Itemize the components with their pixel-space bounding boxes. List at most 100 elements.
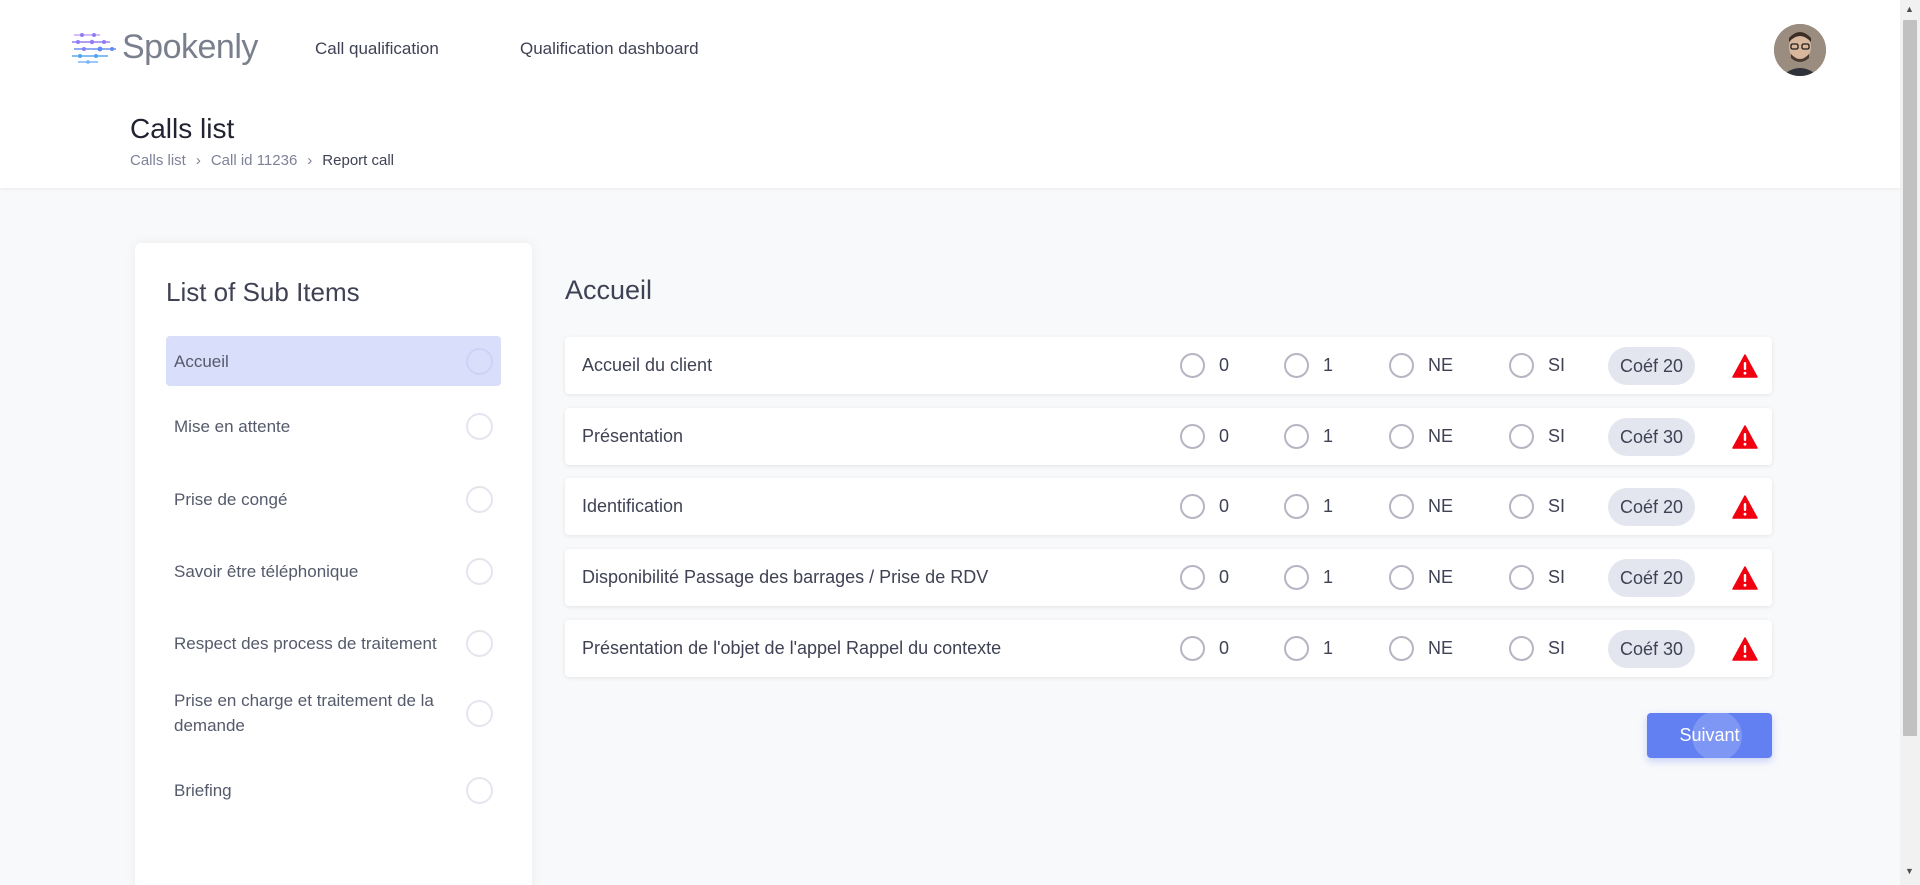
warning-triangle-icon[interactable]	[1732, 566, 1758, 590]
option-label: 1	[1323, 496, 1334, 516]
option-0[interactable]: 0	[1180, 636, 1229, 661]
option-label: SI	[1548, 567, 1566, 587]
nav-qualification-dashboard[interactable]: Qualification dashboard	[520, 39, 699, 59]
radio-button[interactable]	[1509, 494, 1534, 519]
radio-button[interactable]	[1509, 636, 1534, 661]
section-title: Accueil	[565, 275, 653, 305]
option-0[interactable]: 0	[1180, 565, 1229, 590]
radio-button[interactable]	[1284, 494, 1309, 519]
criteria-row-accueil-du-client: Accueil du client 0 1 NE SI Coéf 20	[565, 337, 1772, 394]
radio-button[interactable]	[1509, 424, 1534, 449]
option-ne[interactable]: NE	[1389, 353, 1453, 378]
option-0[interactable]: 0	[1180, 494, 1229, 519]
option-si[interactable]: SI	[1509, 424, 1565, 449]
radio-button[interactable]	[1284, 424, 1309, 449]
warning-triangle-icon[interactable]	[1732, 425, 1758, 449]
page-title: Calls list	[130, 113, 235, 144]
sub-item-label: Accueil	[174, 351, 229, 371]
criteria-row-disponibilite: Disponibilité Passage des barrages / Pri…	[565, 549, 1772, 606]
radio-button[interactable]	[1509, 353, 1534, 378]
coef-badge: Coéf 20	[1608, 347, 1696, 385]
breadcrumb-calls-list[interactable]: Calls list	[130, 152, 186, 169]
sub-items-panel: List of Sub Items Accueil Mise en attent…	[135, 243, 532, 885]
status-circle-icon	[466, 485, 493, 513]
option-1[interactable]: 1	[1284, 494, 1333, 519]
option-si[interactable]: SI	[1509, 565, 1565, 590]
sub-item-label: Respect des process de traitement	[174, 633, 437, 653]
sub-item-label: Prise de congé	[174, 489, 288, 509]
nav-call-qualification[interactable]: Call qualification	[315, 39, 439, 59]
brand-logo[interactable]: Spokenly	[70, 25, 258, 69]
option-label: 1	[1323, 567, 1334, 587]
option-label: NE	[1428, 355, 1454, 375]
option-ne[interactable]: NE	[1389, 494, 1453, 519]
vertical-scrollbar[interactable]: ▲ ▼	[1900, 0, 1920, 885]
option-1[interactable]: 1	[1284, 424, 1333, 449]
radio-button[interactable]	[1389, 636, 1414, 661]
criteria-name: Présentation de l'objet de l'appel Rappe…	[582, 638, 1002, 658]
scroll-up-arrow-icon[interactable]: ▲	[1905, 4, 1914, 14]
status-circle-icon	[466, 699, 493, 727]
radio-button[interactable]	[1284, 353, 1309, 378]
radio-button[interactable]	[1389, 565, 1414, 590]
sub-item-savoir-etre[interactable]: Savoir être téléphonique	[166, 551, 501, 591]
warning-triangle-icon[interactable]	[1732, 354, 1758, 378]
criteria-name: Présentation	[582, 426, 684, 446]
next-button-label: Suivant	[1679, 725, 1740, 745]
radio-button[interactable]	[1389, 424, 1414, 449]
option-label: 1	[1323, 355, 1334, 375]
next-button[interactable]: Suivant	[1647, 713, 1772, 758]
radio-button[interactable]	[1180, 636, 1205, 661]
sub-items-title: List of Sub Items	[166, 277, 360, 307]
option-1[interactable]: 1	[1284, 353, 1333, 378]
sub-item-respect-process[interactable]: Respect des process de traitement	[166, 623, 501, 663]
option-ne[interactable]: NE	[1389, 636, 1453, 661]
sub-item-label: Savoir être téléphonique	[174, 561, 359, 581]
radio-button[interactable]	[1389, 494, 1414, 519]
breadcrumb-separator: ›	[307, 152, 313, 169]
status-circle-icon	[466, 347, 493, 375]
scrollbar-thumb[interactable]	[1903, 20, 1917, 736]
option-label: NE	[1428, 567, 1454, 587]
sub-item-label: Mise en attente	[174, 416, 291, 436]
radio-button[interactable]	[1509, 565, 1534, 590]
option-label: 0	[1219, 426, 1230, 446]
radio-button[interactable]	[1284, 565, 1309, 590]
status-circle-icon	[466, 557, 493, 585]
sub-item-mise-en-attente[interactable]: Mise en attente	[166, 406, 501, 446]
user-avatar[interactable]	[1774, 24, 1826, 76]
sub-item-accueil[interactable]: Accueil	[166, 336, 501, 386]
breadcrumb-call-id[interactable]: Call id 11236	[211, 152, 297, 169]
breadcrumb-separator: ›	[195, 152, 201, 169]
criteria-row-objet-appel: Présentation de l'objet de l'appel Rappe…	[565, 620, 1772, 677]
avatar-image	[1774, 24, 1826, 76]
option-ne[interactable]: NE	[1389, 424, 1453, 449]
criteria-name: Identification	[582, 496, 684, 516]
radio-button[interactable]	[1180, 494, 1205, 519]
option-label: 1	[1323, 426, 1334, 446]
radio-button[interactable]	[1180, 424, 1205, 449]
radio-button[interactable]	[1180, 565, 1205, 590]
option-1[interactable]: 1	[1284, 636, 1333, 661]
coef-badge: Coéf 20	[1608, 559, 1696, 597]
radio-button[interactable]	[1284, 636, 1309, 661]
option-label: 0	[1219, 638, 1230, 658]
sub-item-label: Prise en charge et traitement de la dema…	[174, 691, 434, 735]
sub-item-prise-de-conge[interactable]: Prise de congé	[166, 479, 501, 519]
option-si[interactable]: SI	[1509, 353, 1565, 378]
sub-item-briefing[interactable]: Briefing	[166, 770, 501, 810]
option-0[interactable]: 0	[1180, 424, 1229, 449]
radio-button[interactable]	[1389, 353, 1414, 378]
warning-triangle-icon[interactable]	[1732, 637, 1758, 661]
radio-button[interactable]	[1180, 353, 1205, 378]
scroll-down-arrow-icon[interactable]: ▼	[1905, 866, 1914, 876]
option-si[interactable]: SI	[1509, 494, 1565, 519]
option-1[interactable]: 1	[1284, 565, 1333, 590]
sub-item-prise-en-charge[interactable]: Prise en charge et traitement de la dema…	[166, 683, 501, 743]
option-0[interactable]: 0	[1180, 353, 1229, 378]
warning-triangle-icon[interactable]	[1732, 495, 1758, 519]
option-si[interactable]: SI	[1509, 636, 1565, 661]
breadcrumb: Calls list › Call id 11236 › Report call	[130, 152, 394, 169]
option-ne[interactable]: NE	[1389, 565, 1453, 590]
breadcrumb-report-call: Report call	[322, 152, 394, 169]
